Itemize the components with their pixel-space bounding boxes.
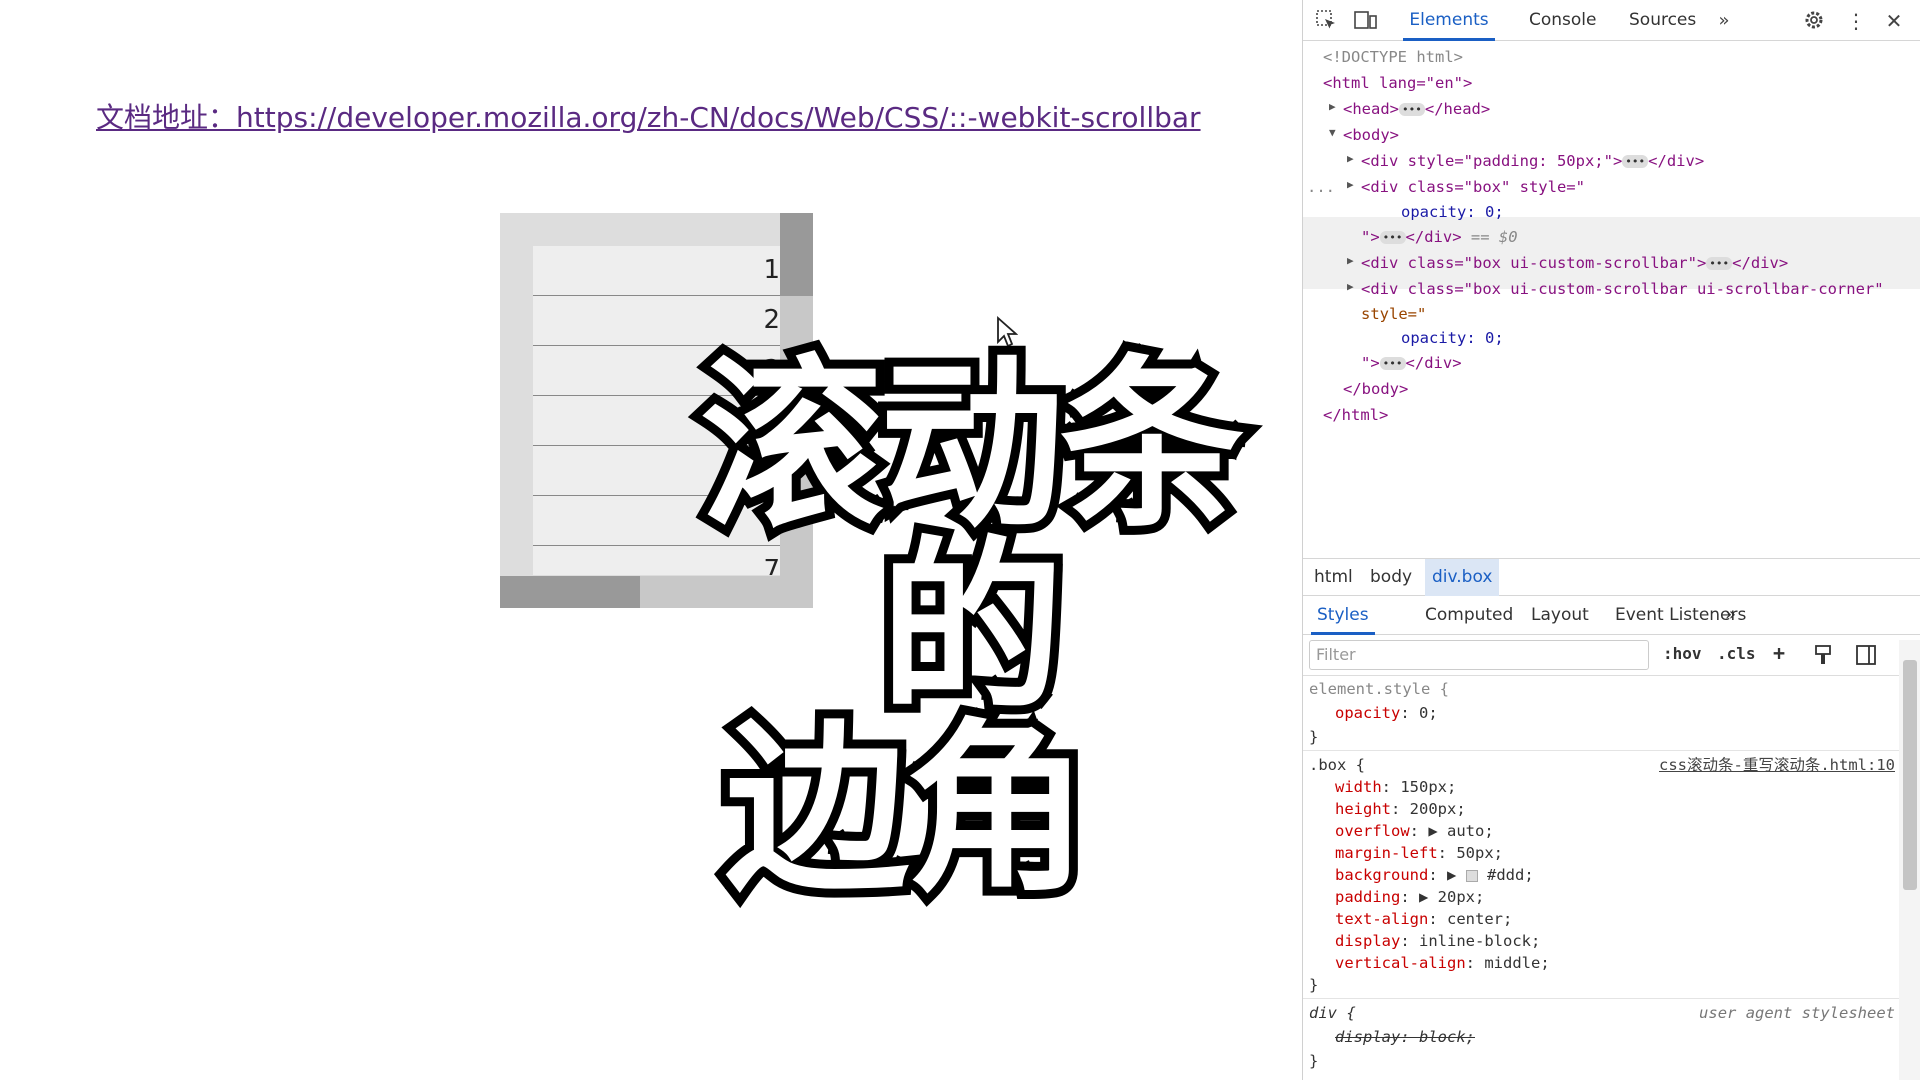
dom-head-node[interactable]: <head> ••• </head>: [1343, 97, 1490, 122]
rule-close: }: [1309, 728, 1319, 746]
title-overlay: 滚动条的 边角: [600, 339, 1302, 911]
dom-doctype[interactable]: <!DOCTYPE html>: [1323, 45, 1463, 70]
box-source-link[interactable]: css滚动条-重写滚动条.html:10: [1659, 754, 1895, 776]
dom-div-corner-style: opacity: 0;: [1401, 329, 1504, 347]
overlay-line-1: 滚动条的: [691, 339, 1253, 735]
rule-close: }: [1309, 976, 1319, 994]
dom-div-padding[interactable]: <div style="padding: 50px;"> ••• </div>: [1361, 149, 1704, 174]
settings-gear-icon[interactable]: [1801, 8, 1827, 34]
dom-html-open[interactable]: <html lang="en">: [1323, 71, 1472, 96]
new-rule-button[interactable]: +: [1773, 641, 1785, 665]
style-rule[interactable]: padding: ▶ 20px;: [1335, 886, 1484, 908]
expand-triangle-icon[interactable]: ▶: [1329, 100, 1336, 113]
tab-computed[interactable]: Computed: [1425, 597, 1513, 635]
style-rule[interactable]: display: inline-block;: [1335, 930, 1540, 952]
hov-button[interactable]: :hov: [1663, 644, 1702, 663]
devtools-toolbar: Elements Console Sources » ⋮ ✕: [1303, 0, 1920, 41]
rule-divider: [1303, 750, 1899, 751]
breadcrumb-html[interactable]: html: [1307, 559, 1360, 596]
dom-div-corner-close[interactable]: "> ••• </div>: [1361, 351, 1462, 376]
browser-page: 文档地址：https://developer.mozilla.org/zh-CN…: [0, 0, 1302, 1080]
style-rule[interactable]: text-align: center;: [1335, 908, 1512, 930]
color-swatch-icon[interactable]: [1465, 869, 1478, 882]
styles-pane[interactable]: element.style { opacity: 0; } .box { css…: [1303, 676, 1899, 1080]
dom-body-close[interactable]: </body>: [1343, 377, 1408, 402]
overlay-line-2: 边角: [716, 703, 1098, 917]
style-rule[interactable]: vertical-align: middle;: [1335, 952, 1550, 974]
dom-div-box-style: opacity: 0;: [1401, 203, 1504, 221]
expand-triangle-icon[interactable]: ▶: [1347, 178, 1354, 191]
list-item: 1: [533, 246, 780, 296]
style-rule[interactable]: overflow: ▶ auto;: [1335, 820, 1494, 842]
filter-input[interactable]: Filter: [1309, 640, 1649, 670]
ellipsis-icon[interactable]: •••: [1622, 155, 1649, 168]
devtools-panel: Elements Console Sources » ⋮ ✕ <!DOCTYPE…: [1302, 0, 1920, 1080]
breadcrumb: html body div.box: [1303, 558, 1920, 596]
expand-triangle-icon[interactable]: ▶: [1347, 152, 1354, 165]
tab-elements[interactable]: Elements: [1403, 0, 1495, 41]
expand-triangle-icon[interactable]: ▶: [1347, 254, 1354, 267]
device-toolbar-icon[interactable]: [1353, 8, 1379, 34]
styles-filter-bar: Filter :hov .cls +: [1303, 636, 1920, 676]
ellipsis-icon[interactable]: •••: [1379, 357, 1406, 370]
breadcrumb-div-box[interactable]: div.box: [1425, 559, 1500, 596]
collapse-triangle-icon[interactable]: ▼: [1329, 126, 1336, 139]
box-selector: .box {: [1309, 756, 1365, 774]
more-tabs-icon[interactable]: »: [1711, 8, 1737, 34]
paint-brush-icon[interactable]: [1813, 644, 1833, 670]
more-options-icon[interactable]: ⋮: [1843, 8, 1869, 34]
style-rule[interactable]: height: 200px;: [1335, 798, 1466, 820]
doc-link[interactable]: 文档地址：https://developer.mozilla.org/zh-CN…: [96, 96, 1201, 136]
ua-source-label: user agent stylesheet: [1699, 1004, 1895, 1022]
dom-div-box[interactable]: <div class="box" style=": [1361, 175, 1585, 200]
style-rule[interactable]: width: 150px;: [1335, 776, 1456, 798]
dom-div-scrollbar-corner[interactable]: <div class="box ui-custom-scrollbar ui-s…: [1361, 277, 1884, 302]
gutter-ellipsis-icon[interactable]: ...: [1307, 175, 1335, 200]
dom-tree[interactable]: <!DOCTYPE html> <html lang="en"> ▶ <head…: [1303, 42, 1920, 557]
dom-div-corner-style-attr: style=": [1361, 305, 1427, 323]
dom-div-box-close[interactable]: "> ••• </div> == $0: [1361, 225, 1518, 250]
vertical-scrollbar-thumb[interactable]: [780, 213, 813, 296]
styles-scrollbar-thumb[interactable]: [1903, 660, 1917, 890]
more-tabs-icon[interactable]: »: [1725, 597, 1736, 635]
tab-console[interactable]: Console: [1529, 0, 1597, 41]
inspect-element-icon[interactable]: [1313, 8, 1339, 34]
dom-html-close[interactable]: </html>: [1323, 403, 1388, 428]
element-style-rule[interactable]: opacity: 0;: [1335, 702, 1438, 724]
style-rule[interactable]: background: ▶ #ddd;: [1335, 864, 1534, 886]
ellipsis-icon[interactable]: •••: [1399, 103, 1425, 116]
toggle-sidebar-icon[interactable]: [1855, 644, 1877, 670]
rule-divider: [1303, 998, 1899, 999]
styles-tabbar: Styles Computed Layout Event Listeners »: [1303, 597, 1920, 635]
tab-styles[interactable]: Styles: [1311, 597, 1375, 635]
cls-button[interactable]: .cls: [1717, 644, 1756, 663]
ua-rule[interactable]: display: block;: [1335, 1026, 1475, 1048]
ellipsis-icon[interactable]: •••: [1706, 257, 1733, 270]
element-style-selector: element.style {: [1309, 680, 1449, 698]
dom-body-open[interactable]: <body>: [1343, 123, 1399, 148]
expand-triangle-icon[interactable]: ▶: [1347, 280, 1354, 293]
rule-close: }: [1309, 1052, 1319, 1070]
ua-selector: div {: [1309, 1004, 1356, 1022]
tab-sources[interactable]: Sources: [1629, 0, 1696, 41]
dom-div-custom-scrollbar[interactable]: <div class="box ui-custom-scrollbar"> •••…: [1361, 251, 1788, 276]
ellipsis-icon[interactable]: •••: [1379, 231, 1406, 244]
breadcrumb-body[interactable]: body: [1363, 559, 1419, 596]
close-icon[interactable]: ✕: [1881, 8, 1907, 34]
style-rule[interactable]: margin-left: 50px;: [1335, 842, 1503, 864]
tab-layout[interactable]: Layout: [1531, 597, 1589, 635]
